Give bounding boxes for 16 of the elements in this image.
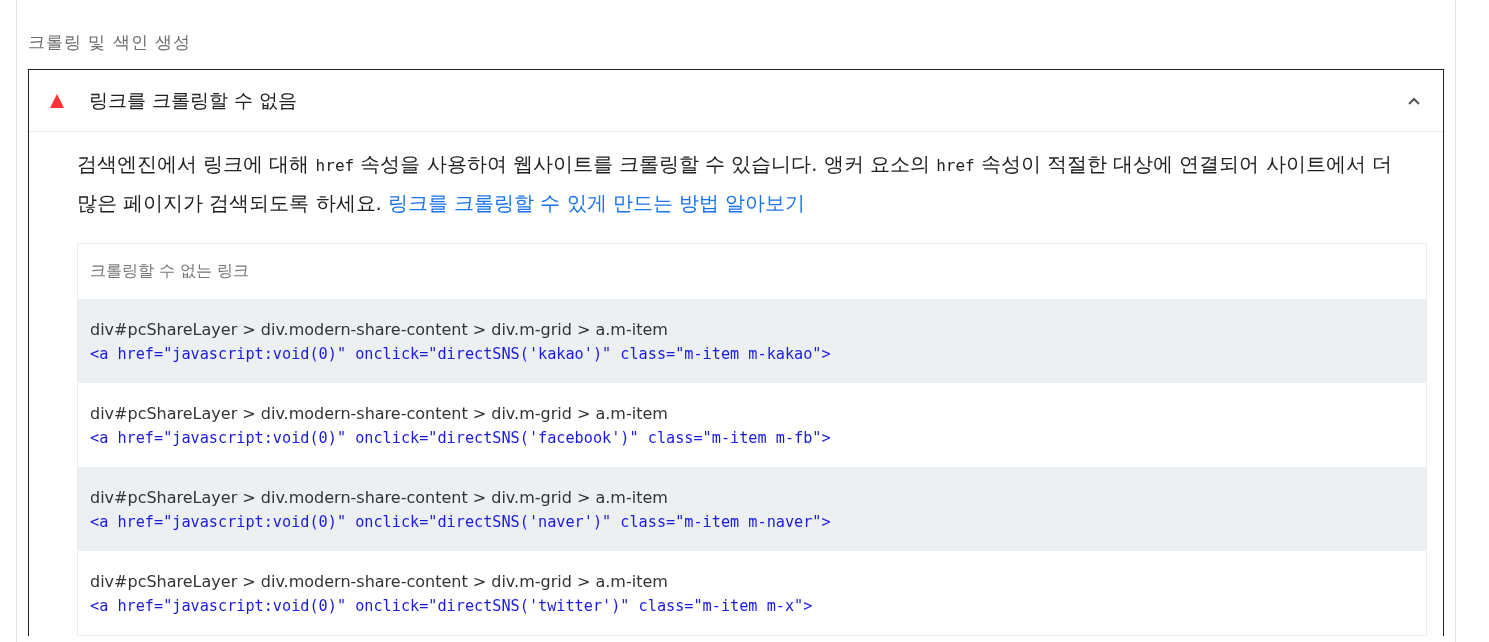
code-snippet: <a href="javascript:void(0)" onclick="directSNS('kakao')" class="m-item m-kakao"> (90, 344, 832, 363)
learn-more-link[interactable]: 링크를 크롤링할 수 있게 만드는 방법 알아보기 (388, 192, 806, 215)
audit-title: 링크를 크롤링할 수 없음 (89, 87, 299, 113)
code-snippet: <a href="javascript:void(0)" onclick="directSNS('facebook')" class="m-item m-fb"> (90, 428, 832, 447)
warning-triangle-icon (49, 92, 65, 109)
section-title: 크롤링 및 색인 생성 (28, 31, 192, 54)
audit-description: 검색엔진에서 링크에 대해 href 속성을 사용하여 웹사이트를 크롤링할 수 있습니다. 앵커 요소의 href 속성이 적절한 대상에 연결되어 사이트에서 더 많은 페이지가 검색되도록 하세요. 링크를 크롤링할 수 있게 만드는 방법 알아보기 (77, 152, 1393, 217)
element-selector: div#pcShareLayer > div.modern-share-content > div.m-grid > a.m-item (90, 319, 669, 339)
chevron-icon[interactable] (1407, 95, 1421, 106)
table-heading: 크롤링할 수 없는 링크 (90, 261, 250, 282)
element-selector: div#pcShareLayer > div.modern-share-content > div.m-grid > a.m-item (90, 403, 669, 423)
code-snippet: <a href="javascript:void(0)" onclick="directSNS('twitter')" class="m-item m-x"> (90, 596, 814, 615)
audit-header[interactable]: 링크를 크롤링할 수 없음 (29, 70, 1443, 132)
element-selector: div#pcShareLayer > div.modern-share-content > div.m-grid > a.m-item (90, 571, 669, 591)
element-selector: div#pcShareLayer > div.modern-share-content > div.m-grid > a.m-item (90, 487, 669, 507)
code-snippet: <a href="javascript:void(0)" onclick="directSNS('naver')" class="m-item m-naver"> (90, 512, 832, 531)
